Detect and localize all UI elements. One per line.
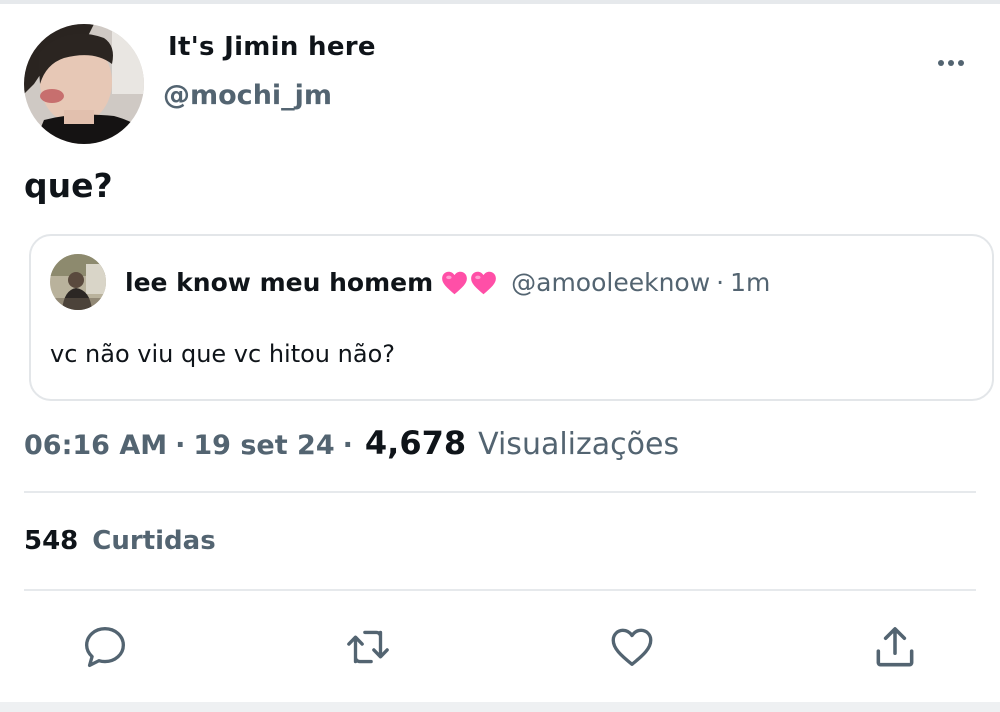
share-icon bbox=[876, 627, 914, 667]
retweet-button[interactable] bbox=[343, 622, 393, 672]
profile-photo-icon bbox=[50, 254, 106, 310]
bottom-divider bbox=[0, 702, 1000, 712]
pink-heart-icon bbox=[442, 271, 467, 294]
likes-count: 548 bbox=[24, 526, 79, 556]
tweet-time[interactable]: 06:16 AM bbox=[24, 430, 167, 461]
more-options-icon[interactable] bbox=[930, 50, 972, 76]
tweet-text: que? bbox=[24, 166, 113, 205]
tweet-date[interactable]: 19 set 24 bbox=[193, 430, 334, 461]
tweet-meta: 06:16 AM · 19 set 24 · 4,678 Visualizaçõ… bbox=[24, 424, 679, 462]
views-count: 4,678 bbox=[364, 424, 467, 462]
views-label: Visualizações bbox=[478, 427, 680, 462]
quoted-handle[interactable]: @amooleeknow bbox=[511, 268, 710, 297]
author-avatar[interactable] bbox=[24, 24, 144, 144]
quoted-tweet-card[interactable]: lee know meu homem @amooleeknow · 1m vc … bbox=[29, 234, 994, 401]
separator: · bbox=[342, 430, 353, 461]
heart-emojis bbox=[441, 270, 497, 296]
retweet-icon bbox=[347, 630, 389, 664]
divider bbox=[24, 589, 976, 591]
quoted-display-name[interactable]: lee know meu homem bbox=[125, 268, 433, 297]
separator: · bbox=[716, 268, 725, 297]
reply-icon bbox=[85, 627, 126, 667]
like-icon bbox=[611, 628, 653, 666]
separator: · bbox=[175, 430, 186, 461]
dot bbox=[938, 60, 944, 66]
author-handle[interactable]: @mochi_jm bbox=[163, 80, 332, 111]
reply-button[interactable] bbox=[80, 622, 130, 672]
dot bbox=[948, 60, 954, 66]
share-button[interactable] bbox=[870, 622, 920, 672]
quoted-header: lee know meu homem @amooleeknow · 1m bbox=[125, 268, 770, 297]
likes-stat[interactable]: 548 Curtidas bbox=[24, 526, 216, 556]
quoted-author-avatar[interactable] bbox=[50, 254, 106, 310]
quoted-tweet-text: vc não viu que vc hitou não? bbox=[50, 340, 395, 368]
top-divider bbox=[0, 0, 1000, 4]
quoted-timestamp[interactable]: 1m bbox=[730, 268, 770, 297]
divider bbox=[24, 491, 976, 493]
dot bbox=[958, 60, 964, 66]
author-display-name[interactable]: It's Jimin here bbox=[168, 32, 376, 62]
profile-photo-icon bbox=[24, 24, 144, 144]
likes-label: Curtidas bbox=[92, 526, 216, 556]
like-button[interactable] bbox=[607, 622, 657, 672]
pink-heart-icon bbox=[471, 271, 496, 294]
